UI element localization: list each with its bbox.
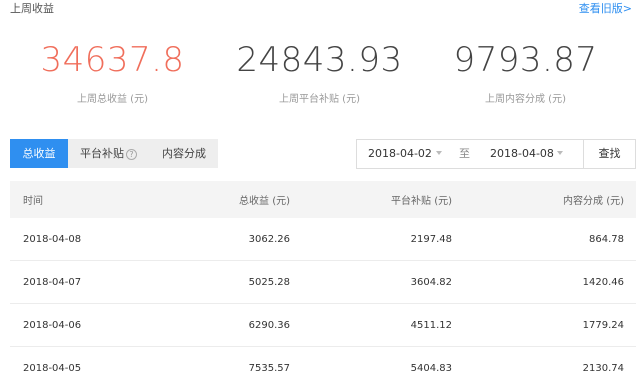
stat-label: 上周总收益 (元) [77, 94, 148, 105]
cell-share: 864.78 [589, 233, 624, 245]
stat-label: 上周平台补贴 (元) [279, 94, 360, 105]
cell-total: 6290.36 [248, 319, 290, 331]
view-old-version-link[interactable]: 查看旧版> [579, 0, 632, 16]
table-row: 2018-04-06 6290.36 4511.12 1779.24 [10, 304, 636, 347]
search-button[interactable]: 查找 [583, 139, 636, 169]
income-table: 时间 总收益 (元) 平台补贴 (元) 内容分成 (元) 2018-04-08 … [10, 181, 636, 382]
cell-subsidy: 5404.83 [410, 362, 452, 374]
table-row: 2018-04-08 3062.26 2197.48 864.78 [10, 218, 636, 261]
tab-platform-subsidy[interactable]: 平台补贴? [68, 139, 150, 168]
cell-total: 7535.57 [248, 362, 290, 374]
stat-content-share: 9793.87 上周内容分成 (元) [419, 40, 632, 105]
tab-label: 平台补贴 [80, 147, 124, 160]
cell-date: 2018-04-06 [23, 319, 82, 331]
cell-total: 5025.28 [248, 276, 290, 288]
chevron-down-icon[interactable] [436, 151, 442, 155]
stat-label: 上周内容分成 (元) [485, 94, 566, 105]
page-title: 上周收益 [10, 2, 54, 15]
column-header-share: 内容分成 (元) [563, 196, 624, 207]
cell-share: 1420.46 [582, 276, 624, 288]
table-row: 2018-04-05 7535.57 5404.83 2130.74 [10, 347, 636, 382]
chevron-down-icon[interactable] [557, 151, 563, 155]
column-header-date: 时间 [23, 196, 43, 207]
column-header-subsidy: 平台补贴 (元) [391, 196, 452, 207]
end-date-field[interactable]: 2018-04-08 [490, 140, 554, 168]
table-row: 2018-04-07 5025.28 3604.82 1420.46 [10, 261, 636, 304]
cell-subsidy: 4511.12 [410, 319, 452, 331]
stat-value: 24843.93 [236, 40, 403, 80]
stat-value: 34637.8 [40, 40, 185, 80]
table-header: 时间 总收益 (元) 平台补贴 (元) 内容分成 (元) [10, 181, 636, 218]
cell-date: 2018-04-05 [23, 362, 82, 374]
stat-total-income: 34637.8 上周总收益 (元) [6, 40, 219, 105]
cell-date: 2018-04-08 [23, 233, 82, 245]
cell-subsidy: 3604.82 [410, 276, 452, 288]
stat-value: 9793.87 [453, 40, 598, 80]
stat-platform-subsidy: 24843.93 上周平台补贴 (元) [213, 40, 426, 105]
start-date-field[interactable]: 2018-04-02 [368, 140, 432, 168]
date-separator: 至 [459, 147, 470, 160]
cell-share: 2130.74 [582, 362, 624, 374]
cell-date: 2018-04-07 [23, 276, 82, 288]
help-icon[interactable]: ? [126, 149, 137, 160]
tab-content-share[interactable]: 内容分成 [150, 139, 218, 168]
cell-share: 1779.24 [582, 319, 624, 331]
cell-subsidy: 2197.48 [410, 233, 452, 245]
cell-total: 3062.26 [248, 233, 290, 245]
date-range-picker[interactable]: 2018-04-02 至 2018-04-08 [356, 139, 584, 169]
column-header-total: 总收益 (元) [239, 196, 290, 207]
tab-total-income[interactable]: 总收益 [10, 139, 68, 168]
tab-bar: 总收益 平台补贴? 内容分成 [10, 139, 218, 168]
